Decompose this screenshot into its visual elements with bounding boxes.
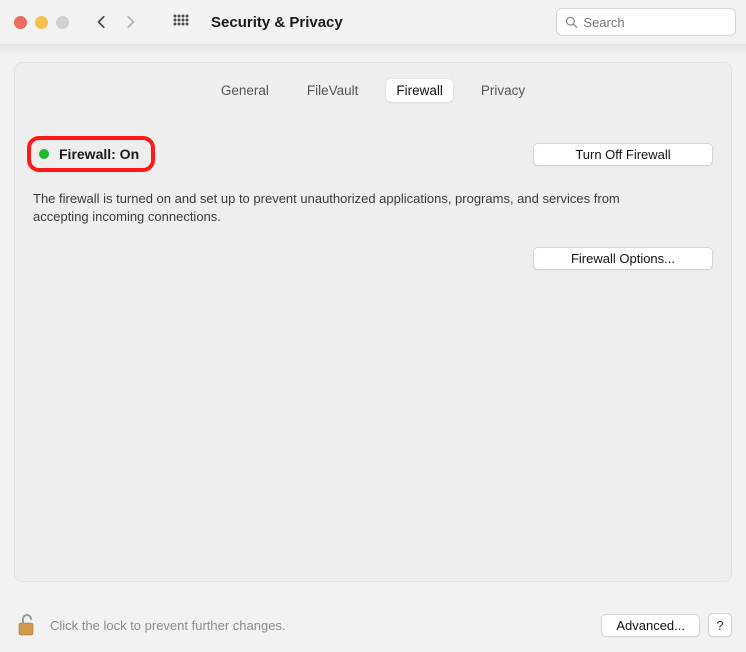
- show-all-prefs-button[interactable]: [169, 10, 193, 34]
- help-button[interactable]: ?: [708, 613, 732, 637]
- prefs-panel: General FileVault Firewall Privacy Firew…: [14, 62, 732, 582]
- footer: Click the lock to prevent further change…: [0, 602, 746, 652]
- tab-firewall[interactable]: Firewall: [386, 79, 453, 102]
- tab-bar: General FileVault Firewall Privacy: [33, 79, 713, 102]
- advanced-button[interactable]: Advanced...: [601, 614, 700, 637]
- firewall-options-button[interactable]: Firewall Options...: [533, 247, 713, 270]
- window-toolbar: Security & Privacy: [0, 0, 746, 44]
- tab-filevault[interactable]: FileVault: [297, 79, 369, 102]
- firewall-description: The firewall is turned on and set up to …: [33, 190, 653, 225]
- firewall-status-row: Firewall: On Turn Off Firewall: [33, 136, 713, 172]
- chevron-right-icon: [123, 15, 137, 29]
- toolbar-divider: [0, 44, 746, 56]
- lock-button[interactable]: [14, 612, 40, 638]
- zoom-window-button[interactable]: [56, 16, 69, 29]
- nav-buttons: [91, 10, 141, 34]
- search-input[interactable]: [583, 15, 727, 30]
- forward-button[interactable]: [119, 10, 141, 34]
- search-icon: [565, 15, 577, 29]
- grid-icon: [173, 14, 189, 30]
- minimize-window-button[interactable]: [35, 16, 48, 29]
- back-button[interactable]: [91, 10, 113, 34]
- firewall-status-label: Firewall: On: [59, 146, 139, 162]
- firewall-status-highlight: Firewall: On: [27, 136, 155, 172]
- unlock-icon: [16, 613, 38, 637]
- lock-label: Click the lock to prevent further change…: [50, 618, 286, 633]
- traffic-lights: [14, 16, 69, 29]
- tab-general[interactable]: General: [211, 79, 279, 102]
- status-dot-icon: [39, 149, 49, 159]
- turn-off-firewall-button[interactable]: Turn Off Firewall: [533, 143, 713, 166]
- search-field-wrapper[interactable]: [556, 8, 736, 36]
- chevron-left-icon: [95, 15, 109, 29]
- page-title: Security & Privacy: [211, 14, 343, 31]
- tab-privacy[interactable]: Privacy: [471, 79, 535, 102]
- close-window-button[interactable]: [14, 16, 27, 29]
